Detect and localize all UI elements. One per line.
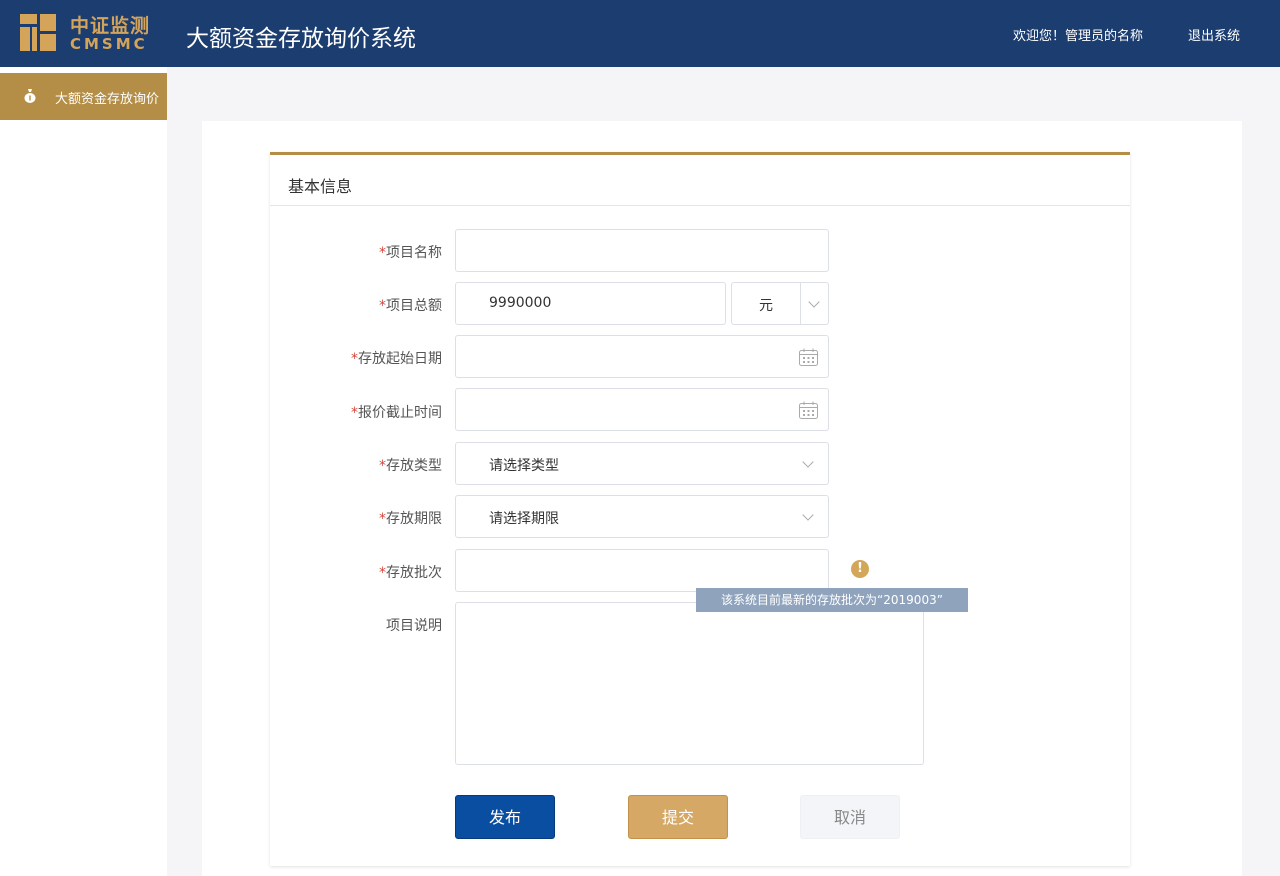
deposit-term-select[interactable]: 请选择期限: [455, 495, 829, 538]
quote-deadline-label: *报价截止时间: [351, 405, 442, 421]
logo-text-en: CMSMC: [70, 35, 148, 53]
cancel-button[interactable]: 取消: [800, 795, 900, 839]
logo-text-cn: 中证监测: [70, 15, 151, 37]
quote-deadline-picker[interactable]: [455, 388, 829, 431]
deposit-batch-label: *存放批次: [379, 565, 442, 581]
project-amount-label: *项目总额: [379, 298, 442, 314]
description-label: 项目说明: [386, 618, 442, 634]
chevron-down-icon: [802, 456, 814, 468]
start-date-label: *存放起始日期: [351, 351, 442, 367]
chevron-down-icon: [808, 296, 820, 308]
chevron-down-icon: [802, 509, 814, 521]
sidebar-item-deposit-inquiry[interactable]: 大额资金存放询价: [0, 73, 167, 120]
section-title: 基本信息: [288, 177, 353, 196]
logout-link[interactable]: 退出系统: [1188, 25, 1240, 44]
top-header: 中证监测 CMSMC 大额资金存放询价系统 欢迎您！管理员的名称 退出系统: [0, 0, 1280, 67]
cmsmc-logo: [20, 14, 56, 51]
warning-icon[interactable]: !: [851, 560, 869, 578]
description-textarea[interactable]: [455, 602, 924, 765]
calendar-icon: [799, 348, 818, 366]
deposit-batch-input[interactable]: [455, 549, 829, 592]
submit-button[interactable]: 提交: [628, 795, 728, 839]
project-amount-value: 9990000: [489, 295, 552, 311]
sidebar: 大额资金存放询价: [0, 67, 167, 876]
project-name-label: *项目名称: [379, 245, 442, 261]
deposit-type-label: *存放类型: [379, 458, 442, 474]
project-amount-input[interactable]: 9990000: [455, 282, 726, 325]
currency-unit-select[interactable]: 元: [731, 282, 829, 325]
sidebar-item-label: 大额资金存放询价: [55, 92, 160, 107]
currency-unit-value: 元: [759, 298, 773, 314]
app-title: 大额资金存放询价系统: [186, 26, 416, 52]
start-date-picker[interactable]: [455, 335, 829, 378]
money-bag-icon: [24, 89, 36, 103]
calendar-icon: [799, 401, 818, 419]
batch-hint-tooltip: 该系统目前最新的存放批次为“2019003”: [696, 588, 968, 612]
deposit-type-select[interactable]: 请选择类型: [455, 442, 829, 485]
welcome-text: 欢迎您！管理员的名称: [1013, 29, 1144, 44]
deposit-term-label: *存放期限: [379, 511, 442, 527]
publish-button[interactable]: 发布: [455, 795, 555, 839]
project-name-input[interactable]: [455, 229, 829, 272]
section-divider: [270, 205, 1130, 206]
